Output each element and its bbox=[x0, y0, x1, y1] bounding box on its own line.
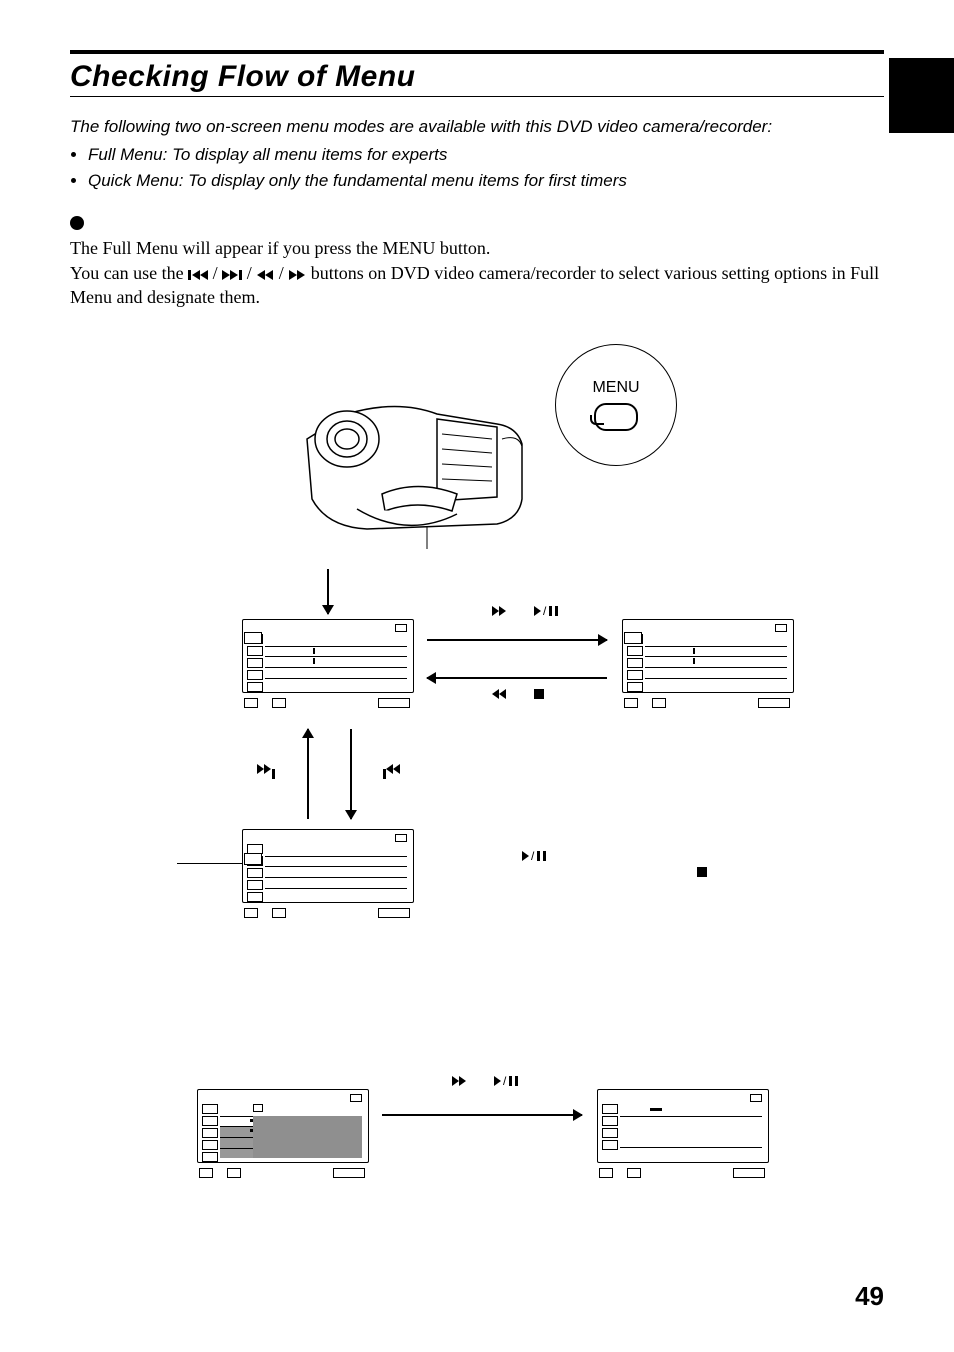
flow-label-play-pause: / bbox=[522, 849, 546, 863]
rewind-icon bbox=[252, 263, 279, 283]
menu-flow-diagram-2: / bbox=[127, 1059, 827, 1219]
menu-cat-icon bbox=[202, 1116, 218, 1126]
camera-illustration: MENU bbox=[70, 339, 884, 549]
stop-icon bbox=[534, 689, 544, 699]
menu-cat-icon bbox=[202, 1128, 218, 1138]
next-track-icon bbox=[257, 764, 275, 779]
menu-cat-icon bbox=[627, 670, 643, 680]
top-rule-thin bbox=[70, 96, 884, 97]
menu-screen-2 bbox=[622, 619, 792, 711]
menu-screen-1 bbox=[242, 619, 412, 711]
selection-cursor-icon bbox=[244, 632, 262, 644]
menu-screen-3 bbox=[242, 829, 412, 921]
body-line-2: You can use the / / / buttons on DVD vid… bbox=[70, 261, 884, 310]
play-pause-icon: / bbox=[522, 849, 546, 863]
menu-cat-icon bbox=[247, 892, 263, 902]
menu-callout-bubble: MENU bbox=[555, 344, 677, 466]
menu-cat-icon bbox=[202, 1152, 218, 1162]
body-line-1: The Full Menu will appear if you press t… bbox=[70, 236, 884, 260]
page-title: Checking Flow of Menu bbox=[70, 60, 884, 94]
menu-cat-icon bbox=[627, 658, 643, 668]
connector-line bbox=[177, 863, 242, 864]
page-number: 49 bbox=[855, 1281, 884, 1312]
section-tab bbox=[889, 58, 954, 133]
top-rule-thick bbox=[70, 50, 884, 54]
flow-label-stop bbox=[697, 867, 707, 877]
play-pause-icon: / bbox=[534, 604, 558, 618]
selection-cursor-icon bbox=[624, 632, 642, 644]
intro-item-1: Full Menu: To display all menu items for… bbox=[88, 143, 884, 167]
menu-cat-icon bbox=[247, 670, 263, 680]
flow-label-right: / bbox=[492, 604, 558, 618]
flow-label-right-2: / bbox=[452, 1074, 518, 1088]
prev-track-icon bbox=[382, 764, 400, 779]
menu-cat-icon bbox=[247, 868, 263, 878]
rewind-icon bbox=[492, 689, 506, 699]
menu-cat-icon bbox=[247, 880, 263, 890]
camera-mode-icon bbox=[395, 834, 407, 842]
arrow-screen3-to-1 bbox=[307, 729, 309, 819]
next-track-icon bbox=[218, 263, 247, 283]
intro-block: The following two on-screen menu modes a… bbox=[70, 115, 884, 192]
menu-cat-icon bbox=[247, 646, 263, 656]
flow-label-left bbox=[492, 689, 544, 699]
manual-page: Checking Flow of Menu The following two … bbox=[0, 0, 954, 1352]
menu-cat-icon bbox=[627, 646, 643, 656]
intro-item-2: Quick Menu: To display only the fundamen… bbox=[88, 169, 884, 193]
play-pause-icon: / bbox=[494, 1074, 518, 1088]
menu-cat-icon bbox=[247, 658, 263, 668]
section-bullet-icon bbox=[70, 216, 84, 230]
arrow-screen1-to-3 bbox=[350, 729, 352, 819]
selection-cursor-icon bbox=[244, 853, 262, 865]
camera-mode-icon bbox=[775, 624, 787, 632]
menu-cat-icon bbox=[627, 682, 643, 692]
menu-cat-icon bbox=[602, 1128, 618, 1138]
fast-forward-icon bbox=[284, 263, 311, 283]
menu-cat-icon bbox=[602, 1140, 618, 1150]
menu-button-icon bbox=[594, 403, 638, 431]
fast-forward-icon bbox=[452, 1076, 466, 1086]
camera-body-drawing bbox=[287, 379, 547, 529]
flow-label-up bbox=[382, 764, 400, 779]
menu-screen-4 bbox=[197, 1089, 367, 1181]
menu-label: MENU bbox=[592, 379, 639, 397]
menu-cat-icon bbox=[247, 682, 263, 692]
submenu-tick-icon bbox=[253, 1104, 263, 1112]
arrow-screen4-to-5 bbox=[382, 1114, 582, 1116]
intro-lead: The following two on-screen menu modes a… bbox=[70, 115, 884, 139]
camera-mode-icon bbox=[395, 624, 407, 632]
arrow-screen2-to-1 bbox=[427, 677, 607, 679]
menu-flow-diagram: / bbox=[102, 569, 852, 999]
menu-screen-5 bbox=[597, 1089, 767, 1181]
stop-icon bbox=[697, 867, 707, 877]
menu-cat-icon bbox=[602, 1104, 618, 1114]
menu-cat-icon bbox=[202, 1140, 218, 1150]
menu-cat-icon bbox=[602, 1116, 618, 1126]
camera-mode-icon bbox=[750, 1094, 762, 1102]
fast-forward-icon bbox=[492, 606, 506, 616]
arrow-into-screen-1 bbox=[327, 569, 329, 614]
camera-mode-icon bbox=[350, 1094, 362, 1102]
prev-track-icon bbox=[188, 263, 213, 283]
flow-label-down bbox=[257, 764, 275, 779]
menu-cat-icon bbox=[202, 1104, 218, 1114]
body-paragraph: The Full Menu will appear if you press t… bbox=[70, 236, 884, 309]
arrow-screen1-to-2 bbox=[427, 639, 607, 641]
